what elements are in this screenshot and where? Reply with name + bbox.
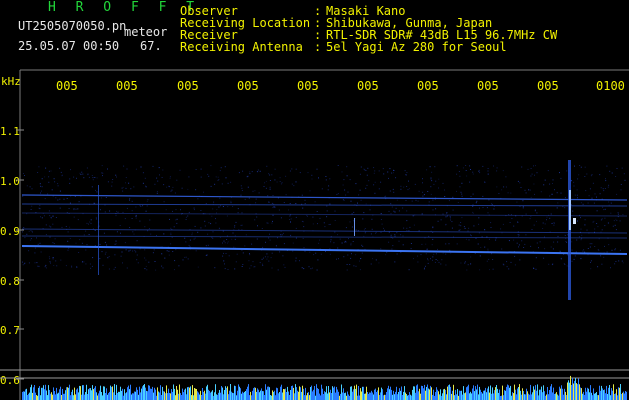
signal-trace — [21, 212, 628, 217]
spectrogram — [0, 69, 629, 400]
signal-trace — [21, 228, 628, 234]
signal-trace — [21, 245, 628, 255]
signal-traces — [21, 194, 628, 255]
noise-floor-bars — [22, 375, 627, 400]
plot-frame — [0, 69, 629, 400]
signal-trace — [21, 203, 628, 207]
signal-trace — [21, 235, 628, 239]
signal-trace — [21, 194, 628, 201]
background-noise — [22, 165, 626, 271]
